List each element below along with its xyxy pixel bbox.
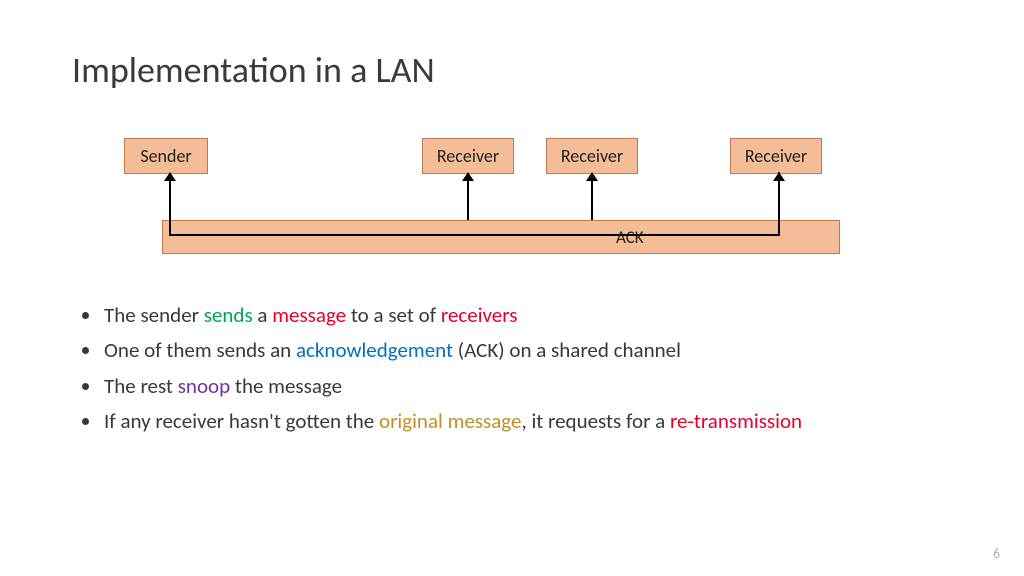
slide: Implementation in a LAN Sender Receiver …: [0, 0, 1024, 576]
ack-label: ACK: [616, 227, 644, 248]
bullet-list: The sender sends a message to a set of r…: [80, 300, 950, 442]
bullet-3-text2: the message: [230, 373, 342, 399]
slide-number: 6: [993, 545, 1000, 562]
sender-node: Sender: [124, 138, 208, 174]
slide-title: Implementation in a LAN: [72, 48, 435, 92]
receiver-node-2: Receiver: [546, 138, 638, 174]
word-sends: sends: [204, 302, 253, 328]
bullet-2-text: One of them sends an: [104, 337, 296, 363]
word-receivers: receivers: [441, 302, 518, 328]
word-message: message: [272, 302, 346, 328]
ack-line-horizontal: [169, 234, 780, 236]
bullet-4: If any receiver hasn't gotten the origin…: [102, 406, 950, 436]
arrow-receiver-1: [467, 174, 469, 220]
word-original-message: original message: [379, 408, 521, 434]
shared-bus: [162, 220, 840, 254]
bullet-2: One of them sends an acknowledgement (AC…: [102, 335, 950, 365]
arrow-receiver-2: [591, 174, 593, 220]
bullet-1-text: The sender: [104, 302, 204, 328]
bullet-1: The sender sends a message to a set of r…: [102, 300, 950, 330]
receiver-node-3: Receiver: [730, 138, 822, 174]
bullet-3-text: The rest: [104, 373, 178, 399]
word-ack: acknowledgement: [296, 337, 453, 363]
word-snoop: snoop: [178, 373, 230, 399]
ack-line-down: [778, 172, 780, 236]
word-retransmission: re-transmission: [670, 408, 802, 434]
lan-diagram: Sender Receiver Receiver Receiver ACK: [0, 128, 1024, 278]
bullet-4-text: If any receiver hasn't gotten the: [104, 408, 379, 434]
bullet-3: The rest snoop the message: [102, 371, 950, 401]
bullet-1-text3: to a set of: [346, 302, 441, 328]
bullet-4-text2: , it requests for a: [521, 408, 670, 434]
bullet-2-text2: (ACK) on a shared channel: [453, 337, 681, 363]
receiver-node-1: Receiver: [422, 138, 514, 174]
bullet-1-text2: a: [253, 302, 273, 328]
ack-arrow-sender: [169, 174, 171, 236]
